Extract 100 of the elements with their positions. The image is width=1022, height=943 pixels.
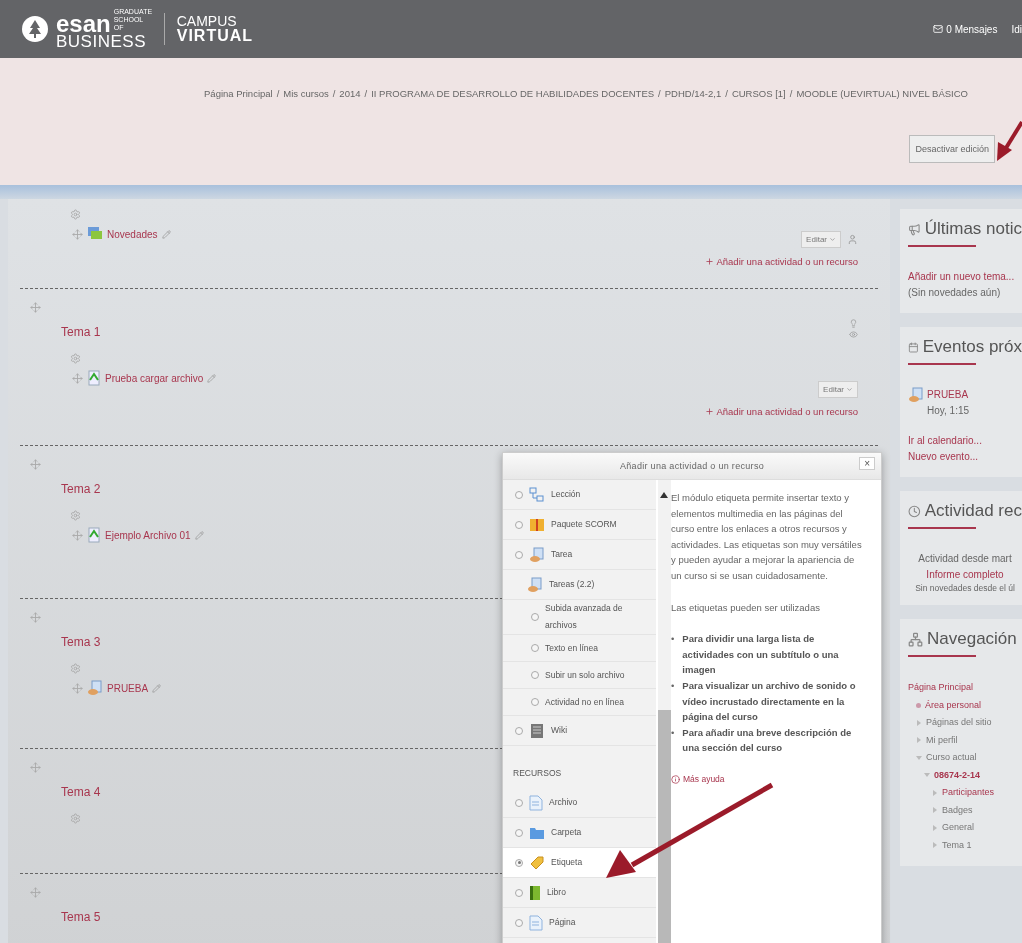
settings-icon[interactable] [70,209,81,220]
radio-button[interactable] [515,888,523,897]
edit-dropdown[interactable]: Editar [818,381,858,398]
messages-link[interactable]: 0 Mensajes [933,23,998,35]
breadcrumb-link[interactable]: Mis cursos [283,88,329,99]
add-activity-link[interactable]: Añadir una actividad o un recurso [705,256,858,267]
expanded-icon[interactable] [916,754,922,761]
pencil-icon[interactable] [194,530,204,540]
activity-link[interactable]: Novedades [107,228,158,240]
move-icon[interactable] [30,762,41,773]
calendar-link[interactable]: Ir al calendario... [908,433,1022,449]
move-icon[interactable] [72,529,83,541]
navigation-link[interactable]: General [942,819,975,837]
edit-dropdown[interactable]: Editar [801,231,841,248]
breadcrumb-link[interactable]: Página Principal [204,88,273,99]
move-icon[interactable] [30,302,41,313]
edit-mode-button[interactable]: Desactivar edición [909,135,995,163]
description-bullet: Para visualizar un archivo de sonido o vídeo incrustado directamente en la página del curso [682,678,857,725]
breadcrumb-link[interactable]: PDHD/14-2,1 [664,88,722,99]
navigation-link[interactable]: Página Principal [908,679,974,697]
pencil-icon[interactable] [207,373,217,383]
settings-icon[interactable] [70,353,81,364]
module-option[interactable]: Libro [503,878,656,908]
radio-button[interactable] [531,644,539,652]
breadcrumb-link[interactable]: CURSOS [1] [731,88,786,99]
radio-button[interactable] [515,550,523,559]
collapsed-icon[interactable] [932,842,938,849]
module-option[interactable]: Lección [503,480,656,510]
navigation-link[interactable]: Participantes [942,784,995,802]
move-icon[interactable] [30,887,41,898]
breadcrumb-link[interactable]: II PROGRAMA DE DESARROLLO DE HABILIDADES DOCENTES [371,88,655,99]
collapsed-icon[interactable] [932,824,938,831]
expanded-icon[interactable] [924,772,930,779]
radio-button[interactable] [531,613,539,621]
breadcrumb-link[interactable]: MOODLE (UEVIRTUAL) NIVEL BÁSICO [796,88,968,99]
radio-button[interactable] [515,918,523,927]
document-hand-icon [87,680,103,696]
navigation-link[interactable]: Páginas del sitio [926,714,992,732]
person-icon[interactable] [847,234,858,245]
module-option[interactable]: Subir un solo archivo [503,662,656,689]
language-menu[interactable]: Idi [1011,23,1022,35]
navigation-link[interactable]: Curso actual [926,749,977,767]
navigation-link[interactable]: Tema 1 [942,836,972,854]
module-option[interactable]: Subida avanzada de archivos [503,600,656,635]
navigation-link[interactable]: Área personal [925,696,982,714]
help-link[interactable]: Más ayuda [671,771,867,788]
event-link[interactable]: PRUEBA [927,387,970,403]
lightbulb-icon[interactable] [849,319,858,328]
calendar-link[interactable]: Nuevo evento... [908,449,1022,465]
radio-button[interactable] [515,490,523,499]
collapsed-icon[interactable] [932,789,938,796]
activity-link[interactable]: PRUEBA [107,682,149,694]
settings-icon[interactable] [70,510,81,521]
settings-icon[interactable] [70,663,81,674]
radio-button[interactable] [531,698,539,706]
activity-note: Sin novedades desde el úl [914,583,1016,593]
radio-button[interactable] [531,671,539,679]
folder-icon [529,825,545,840]
radio-button[interactable] [515,520,523,529]
description-text: Las etiquetas pueden ser utilizadas [671,600,821,615]
module-option[interactable]: Texto en línea [503,635,656,662]
move-icon[interactable] [72,372,83,384]
logo-text: esan [56,12,111,35]
add-activity-link[interactable]: Añadir una actividad o un recurso [705,406,858,417]
module-option[interactable]: Página [503,908,656,938]
move-icon[interactable] [30,612,41,623]
activity-link[interactable]: Prueba cargar archivo [105,372,204,384]
module-option[interactable]: Actividad no en línea [503,689,656,716]
breadcrumb-link[interactable]: 2014 [339,88,361,99]
eye-icon[interactable] [849,330,858,339]
add-topic-link[interactable]: Añadir un nuevo tema... [908,269,1022,285]
activity-link[interactable]: Ejemplo Archivo 01 [105,529,191,541]
pencil-icon[interactable] [161,229,171,239]
module-option[interactable]: Paquete SCORM [503,510,656,540]
settings-icon[interactable] [70,813,81,824]
close-button[interactable]: × [859,457,875,470]
move-icon[interactable] [72,228,83,240]
plus-icon [705,257,715,266]
pencil-icon[interactable] [152,683,162,693]
navigation-link[interactable]: Badges [942,801,973,819]
move-icon[interactable] [30,459,41,470]
clock-icon [908,503,921,519]
radio-button[interactable] [515,798,523,807]
collapsed-icon[interactable] [932,807,938,814]
collapsed-icon[interactable] [916,737,922,744]
module-option[interactable]: Archivo [503,788,656,818]
navigation-link[interactable]: 08674-2-14 [934,766,981,784]
radio-button[interactable] [515,726,523,735]
megaphone-icon [908,221,921,237]
navigation-link[interactable]: Mi perfil [926,731,958,749]
module-option[interactable]: Wiki [503,716,656,746]
radio-button[interactable] [515,828,523,837]
collapsed-icon[interactable] [916,719,922,726]
report-link[interactable]: Informe completo [908,567,1022,583]
scroll-up-icon[interactable] [660,492,668,498]
module-option[interactable]: Tarea [503,540,656,570]
section-title[interactable]: Tema 1 [61,325,858,339]
scrollbar-thumb[interactable] [658,710,671,943]
move-icon[interactable] [72,682,83,694]
radio-button[interactable] [515,858,523,867]
